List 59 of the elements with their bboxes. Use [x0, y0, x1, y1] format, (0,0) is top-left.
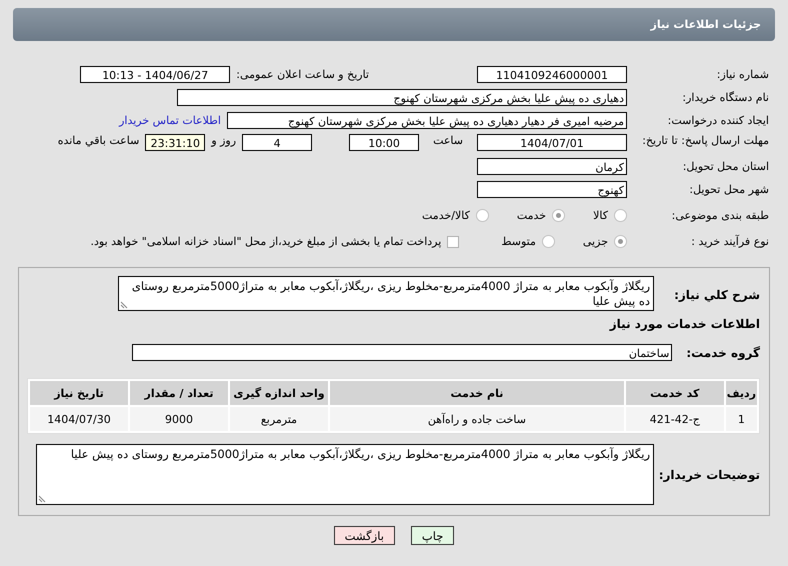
- requester-field: مرضیه امیری فر دهیار دهیاری ده پیش علیا بخش مرکزی شهرستان کهنوج: [227, 112, 627, 129]
- field-label: شهر محل تحویل:: [688, 182, 770, 196]
- field-label: روز و: [211, 134, 236, 147]
- table-cell: 9000: [130, 407, 228, 431]
- resize-grip-icon[interactable]: [120, 301, 128, 309]
- table-cell: ساخت جاده و راه‌آهن: [330, 407, 624, 431]
- payment-note: پرداخت تمام یا بخشی از مبلغ خرید،از محل "اسناد خزانه اسلامی" خواهد بود.: [90, 235, 442, 248]
- contact-info-link[interactable]: اطلاعات تماس خریدار: [119, 114, 221, 127]
- checkbox[interactable]: [447, 236, 460, 248]
- page-header: جزئیات اطلاعات نیاز: [13, 8, 775, 41]
- table-cell: ج-42-421: [626, 407, 724, 431]
- buyer-org-field: دهیاری ده پیش علیا بخش مرکزی شهرستان کهنوج: [177, 89, 627, 106]
- field-label: گروه خدمت:: [686, 346, 760, 360]
- column-header: رديف: [726, 381, 757, 405]
- buyer-notes-text: ریگلاژ وآبکوب معابر به متراژ 4000مترمربع-مخلوط ریزی ،ریگلاژ،آبکوب معابر به متراژ5000مترمربع روستای ده پیش علیا: [70, 447, 650, 461]
- section-title: اطلاعات خدمات مورد نياز: [608, 317, 760, 331]
- radio-button[interactable]: [552, 209, 566, 222]
- field-label: ایجاد کننده درخواست:: [666, 114, 770, 128]
- column-header: نام خدمت: [330, 381, 624, 405]
- resize-grip-icon[interactable]: [38, 495, 46, 503]
- table-cell: 1: [726, 407, 757, 431]
- field-label: مهلت ارسال پاسخ: تا تاریخ:: [641, 134, 770, 148]
- remaining-time-field: 23:31:10: [145, 134, 206, 151]
- column-header: تعداد / مقدار: [130, 381, 228, 405]
- field-label: ساعت: [433, 134, 463, 147]
- print-button[interactable]: چاپ: [410, 526, 454, 545]
- description-text: ریگلاژ وآبکوب معابر به متراژ 4000مترمربع-مخلوط ریزی ،ریگلاژ،آبکوب معابر به متراژ5000مترمربع روستای ده پیش علیا: [132, 279, 650, 308]
- radio-button[interactable]: [614, 235, 627, 248]
- field-label: نوع فرآیند خرید :: [690, 234, 770, 248]
- need-number-field: 1104109246000001: [477, 66, 627, 83]
- radio-label: کالا: [593, 209, 608, 222]
- province-field: کرمان: [477, 158, 627, 175]
- deadline-time-field: 10:00: [349, 134, 420, 151]
- radio-label: جزیی: [582, 235, 608, 248]
- service-group-field: ساختمان: [132, 344, 672, 361]
- radio-label: خدمت: [516, 209, 546, 222]
- back-button[interactable]: بازگشت: [334, 526, 395, 545]
- radio-label: متوسط: [501, 235, 536, 248]
- radio-button[interactable]: [542, 235, 555, 248]
- radio-label: کالا/خدمت: [422, 209, 470, 222]
- column-header: تاریخ نیاز: [30, 381, 128, 405]
- radio-button[interactable]: [476, 209, 489, 222]
- days-field: 4: [242, 134, 312, 151]
- field-label: شماره نیاز:: [716, 68, 770, 82]
- column-header: کد خدمت: [626, 381, 724, 405]
- city-field: کهنوج: [477, 181, 627, 198]
- field-label: استان محل تحویل:: [682, 160, 770, 174]
- field-label: شرح کلي نياز:: [673, 288, 760, 302]
- deadline-date-field: 1404/07/01: [477, 134, 627, 151]
- field-label: توضیحات خریدار:: [660, 468, 760, 482]
- field-label: طبقه بندی موضوعی:: [670, 208, 770, 222]
- table-cell: 1404/07/30: [30, 407, 128, 431]
- field-label: تاریخ و ساعت اعلان عمومی:: [236, 68, 369, 81]
- table-cell: مترمربع: [230, 407, 328, 431]
- radio-button[interactable]: [614, 209, 627, 222]
- field-label: نام دستگاه خریدار:: [681, 90, 770, 104]
- column-header: واحد اندازه گیری: [230, 381, 328, 405]
- field-label: ساعت باقي مانده: [58, 134, 140, 147]
- announce-date-field: 1404/06/27 - 10:13: [80, 66, 230, 83]
